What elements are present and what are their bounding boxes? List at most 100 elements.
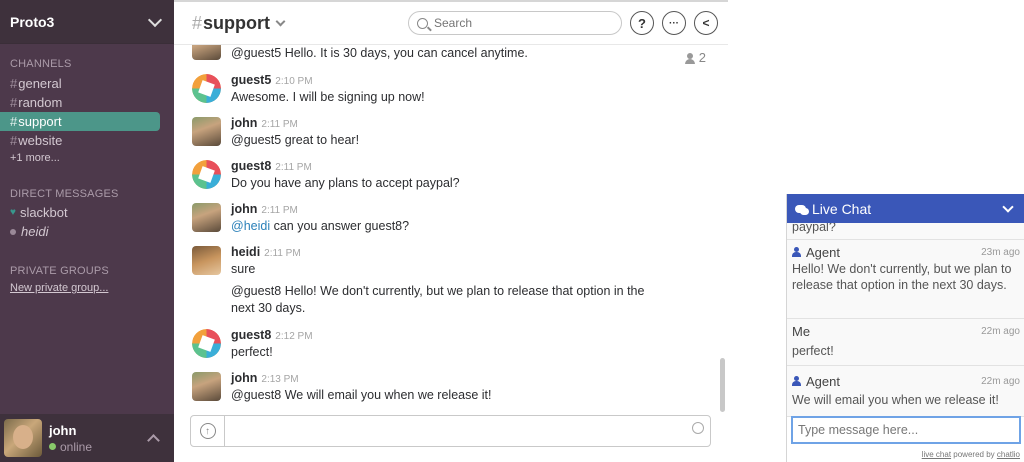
avatar	[192, 117, 221, 146]
chevron-up-icon[interactable]	[147, 433, 160, 447]
collapse-button[interactable]: <	[694, 11, 718, 35]
live-chat-sender: Me	[792, 323, 811, 339]
message-time[interactable]: 2:13 PM	[261, 374, 298, 385]
sidebar-item-random[interactable]: #random	[0, 93, 174, 112]
message-time[interactable]: 2:11 PM	[264, 248, 301, 259]
message-composer: ↑	[190, 415, 711, 447]
message-author[interactable]: john	[231, 116, 257, 130]
avatar	[4, 419, 42, 457]
sidebar-item-website[interactable]: #website	[0, 131, 174, 150]
live-chat-sender: Agent	[806, 244, 840, 260]
user-name: john	[49, 422, 77, 438]
live-chat-sender: Agent	[806, 373, 840, 389]
message-author[interactable]: guest5	[231, 73, 271, 87]
message-time[interactable]: 2:11 PM	[261, 205, 298, 216]
live-chat-message: Agent 23m ago Hello! We don't currently,…	[787, 240, 1024, 319]
avatar	[192, 329, 221, 358]
message-text: @guest5 great to hear!	[231, 133, 360, 147]
message: john 2:11 PM @heidi can you answer guest8…	[192, 202, 692, 235]
message-author[interactable]: guest8	[231, 159, 271, 173]
new-private-group-link[interactable]: New private group...	[0, 282, 174, 294]
live-chat-message: paypal?	[787, 223, 1024, 240]
message-list: @guest5 Hello. It is 30 days, you can ca…	[174, 45, 714, 411]
chevron-down-icon	[147, 12, 163, 27]
channels-title[interactable]: CHANNELS	[0, 58, 174, 70]
message-text: sure	[231, 262, 256, 276]
message: @guest5 Hello. It is 30 days, you can ca…	[192, 45, 692, 62]
live-chat-time: 23m ago	[981, 246, 1020, 258]
message-time[interactable]: 2:12 PM	[275, 331, 312, 342]
help-button[interactable]: ?	[630, 11, 654, 35]
avatar	[192, 372, 221, 401]
sidebar-item-heidi[interactable]: heidi	[0, 222, 174, 241]
message: guest5 2:10 PM Awesome. I will be signing…	[192, 73, 692, 106]
message-text: Do you have any plans to accept paypal?	[231, 176, 460, 190]
heart-icon: ♥	[10, 207, 16, 218]
channel-header: #support ? ··· <	[174, 2, 728, 45]
channel-title[interactable]: # support	[192, 13, 286, 34]
message-author[interactable]: guest8	[231, 328, 271, 342]
live-chat-time: 22m ago	[981, 375, 1020, 387]
more-channels-link[interactable]: +1 more...	[0, 152, 174, 164]
agent-icon	[792, 247, 801, 257]
online-dot-icon	[49, 443, 56, 450]
live-chat-text: Hello! We don't currently, but we plan t…	[792, 262, 1012, 292]
team-menu[interactable]: Proto3	[0, 0, 174, 44]
message-text: @guest8 We will email you when we releas…	[231, 388, 492, 402]
live-chat-message: Agent 22m ago We will email you when we …	[787, 366, 1024, 417]
message: john 2:11 PM @guest5 great to hear!	[192, 116, 692, 149]
avatar	[192, 45, 221, 60]
live-chat-messages: paypal? Agent 23m ago Hello! We don't cu…	[787, 223, 1024, 417]
live-chat-text: perfect!	[792, 344, 834, 358]
live-chat-widget: Live Chat paypal? Agent 23m ago Hello! W…	[786, 194, 1024, 462]
dm-title[interactable]: DIRECT MESSAGES	[0, 188, 174, 200]
sidebar-item-slackbot[interactable]: ♥ slackbot	[0, 203, 174, 222]
main-pane: #support ? ··· < 2 @guest5 Hello. It is …	[174, 0, 728, 462]
avatar	[192, 160, 221, 189]
message: guest8 2:12 PM perfect!	[192, 328, 692, 361]
live-chat-link[interactable]: live chat	[922, 450, 951, 459]
message: heidi 2:11 PM sure	[192, 245, 692, 278]
user-status: online	[60, 439, 93, 454]
message-author[interactable]: heidi	[231, 245, 260, 259]
scrollbar[interactable]	[720, 358, 725, 412]
message-time[interactable]: 2:11 PM	[275, 162, 312, 173]
search-input[interactable]	[434, 16, 604, 30]
message-time[interactable]: 2:10 PM	[275, 76, 312, 87]
agent-icon	[792, 376, 801, 386]
avatar	[192, 203, 221, 232]
mention-link[interactable]: @heidi	[231, 219, 270, 233]
upload-button[interactable]: ↑	[191, 416, 225, 446]
message-author[interactable]: john	[231, 202, 257, 216]
avatar	[192, 246, 221, 275]
more-actions-button[interactable]: ···	[662, 11, 686, 35]
chevron-down-icon[interactable]	[1002, 200, 1014, 213]
search-icon	[417, 17, 428, 29]
message-text: perfect!	[231, 345, 273, 359]
sidebar: Proto3 CHANNELS #general #random #suppor…	[0, 0, 174, 462]
search-box[interactable]	[408, 11, 622, 35]
live-chat-time: 22m ago	[981, 325, 1020, 337]
live-chat-text: We will email you when we release it!	[792, 393, 999, 407]
message-input[interactable]	[225, 416, 692, 446]
private-groups-title[interactable]: PRIVATE GROUPS	[0, 265, 174, 277]
message-author[interactable]: john	[231, 371, 257, 385]
presence-dot-icon	[10, 228, 16, 235]
message-text: @heidi can you answer guest8?	[231, 219, 410, 233]
chatlio-link[interactable]: chatlio	[997, 450, 1020, 459]
upload-icon: ↑	[199, 423, 216, 439]
message: @guest8 Hello! We don't currently, but w…	[192, 283, 662, 317]
live-chat-header[interactable]: Live Chat	[787, 194, 1024, 223]
user-menu[interactable]: john online	[0, 414, 174, 462]
live-chat-text: paypal?	[792, 223, 836, 234]
sidebar-item-support[interactable]: #support	[0, 112, 160, 131]
message-time[interactable]: 2:11 PM	[261, 119, 298, 130]
team-name: Proto3	[10, 13, 55, 30]
chevron-down-icon	[275, 16, 286, 26]
message: john 2:13 PM @guest8 We will email you wh…	[192, 371, 692, 404]
sidebar-item-general[interactable]: #general	[0, 74, 174, 93]
message-text: @guest8 Hello! We don't currently, but w…	[231, 284, 645, 315]
emoji-icon[interactable]	[692, 422, 704, 434]
live-chat-input[interactable]	[791, 416, 1021, 444]
message-text: @guest5 Hello. It is 30 days, you can ca…	[231, 46, 528, 60]
